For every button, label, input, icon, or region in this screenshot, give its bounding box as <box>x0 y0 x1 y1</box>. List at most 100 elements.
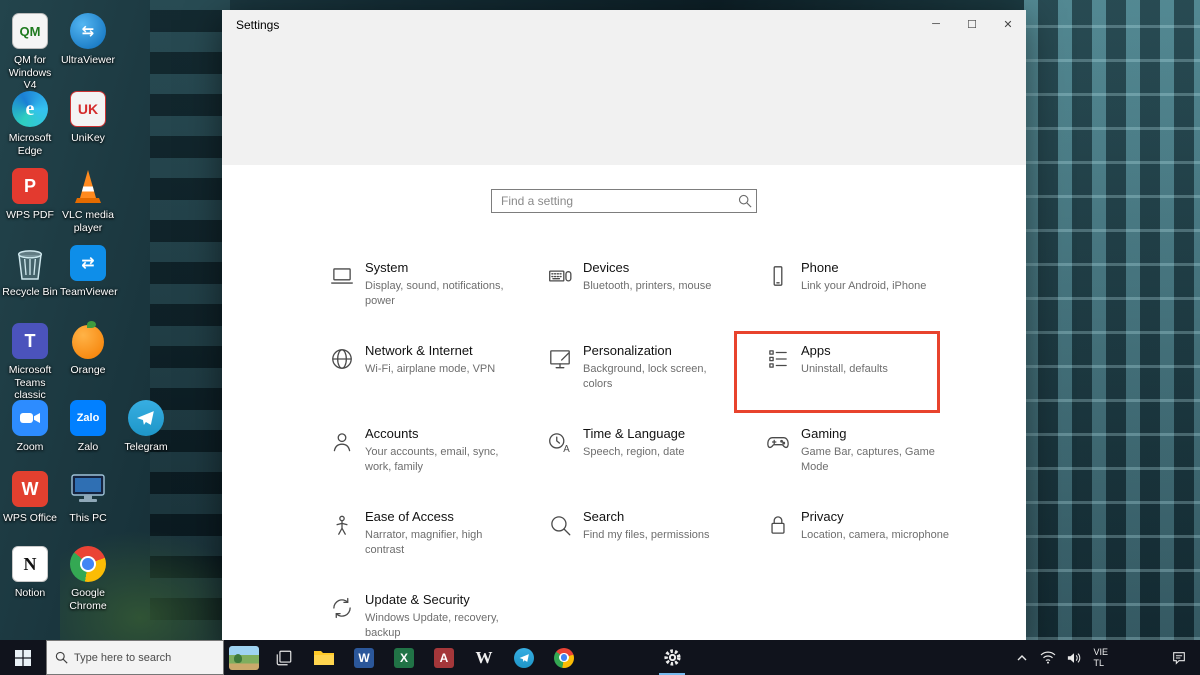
settings-category-system[interactable]: SystemDisplay, sound, notifications, pow… <box>328 260 546 343</box>
taskbar-telegram-icon[interactable] <box>504 640 544 675</box>
settings-category-phone[interactable]: Phone Link your Android, iPhone <box>764 260 974 343</box>
network-icon[interactable] <box>1035 640 1061 675</box>
category-description: Link your Android, iPhone <box>801 279 953 294</box>
category-title: Privacy <box>801 509 953 524</box>
taskbar-settings-icon[interactable] <box>652 640 692 675</box>
find-a-setting-box[interactable] <box>491 189 757 213</box>
desktop-icon-recycle-bin[interactable]: Recycle Bin <box>2 242 58 299</box>
ease-of-access-icon <box>328 512 356 538</box>
category-description: Wi-Fi, airplane mode, VPN <box>365 362 517 377</box>
taskbar-task-view-button[interactable] <box>264 640 304 675</box>
taskbar-chrome-icon[interactable] <box>544 640 584 675</box>
category-description: Bluetooth, printers, mouse <box>583 279 735 294</box>
settings-category-ease-of-access[interactable]: Ease of Access Narrator, magnifier, high … <box>328 509 546 592</box>
desktop-icon-teams[interactable]: TMicrosoft Teams classic <box>2 320 58 402</box>
action-center-icon[interactable] <box>1166 640 1192 675</box>
category-title: System <box>365 260 517 275</box>
settings-category-apps[interactable]: AppsUninstall, defaults <box>764 343 974 426</box>
taskbar-file-explorer-icon[interactable] <box>304 640 344 675</box>
settings-category-network-internet[interactable]: Network & InternetWi-Fi, airplane mode, … <box>328 343 546 426</box>
settings-grid: SystemDisplay, sound, notifications, pow… <box>328 260 984 675</box>
desktop-icon-label: Telegram <box>118 441 174 454</box>
desktop-icon-wps-pdf[interactable]: P WPS PDF <box>2 165 58 222</box>
settings-category-accounts[interactable]: AccountsYour accounts, email, sync, work… <box>328 426 546 509</box>
close-button[interactable]: ✕ <box>990 10 1026 38</box>
gaming-icon <box>764 429 792 455</box>
desktop-icon-edge[interactable]: eMicrosoft Edge <box>2 88 58 157</box>
settings-category-personalization[interactable]: PersonalizationBackground, lock screen, … <box>546 343 764 426</box>
windows-logo-icon <box>15 650 31 666</box>
desktop-icon-label: Google Chrome <box>60 587 116 612</box>
desktop-icon-orange[interactable]: Orange <box>60 320 116 377</box>
category-title: Phone <box>801 260 953 275</box>
desktop-icon-label: UniKey <box>60 132 116 145</box>
wps-office-icon: W <box>9 468 51 510</box>
system-tray: VIE TL <box>1009 640 1200 675</box>
search-icon <box>546 512 574 538</box>
desktop-icon-label: This PC <box>60 512 116 525</box>
settings-category-devices[interactable]: Devices Bluetooth, printers, mouse <box>546 260 764 343</box>
start-button[interactable] <box>0 640 46 675</box>
desktop-icon-telegram[interactable]: Telegram <box>118 397 174 454</box>
desktop-icon-label: Zalo <box>60 441 116 454</box>
category-title: Time & Language <box>583 426 735 441</box>
category-title: Gaming <box>801 426 953 441</box>
settings-category-time-language[interactable]: A Time & Language Speech, region, date <box>546 426 764 509</box>
zoom-icon <box>9 397 51 439</box>
category-description: Game Bar, captures, Game Mode <box>801 445 953 475</box>
category-title: Apps <box>801 343 953 358</box>
taskbar-access-icon[interactable]: A <box>424 640 464 675</box>
taskbar-wikipedia-icon[interactable]: W <box>464 640 504 675</box>
svg-text:A: A <box>563 444 570 455</box>
desktop-icon-label: TeamViewer <box>60 286 116 299</box>
taskbar-search-input[interactable] <box>74 652 219 664</box>
taskbar-word-icon[interactable]: W <box>344 640 384 675</box>
desktop-icon-label: QM for Windows V4 <box>2 54 58 92</box>
desktop-icon-qm[interactable]: QMQM for Windows V4 <box>2 10 58 92</box>
zalo-icon: Zalo <box>67 397 109 439</box>
category-title: Devices <box>583 260 735 275</box>
language-line-1: VIE <box>1093 647 1108 657</box>
category-title: Accounts <box>365 426 517 441</box>
taskbar-search[interactable] <box>46 640 224 675</box>
minimize-button[interactable]: ─ <box>918 10 954 38</box>
settings-category-privacy[interactable]: PrivacyLocation, camera, microphone <box>764 509 974 592</box>
chevron-up-icon[interactable] <box>1009 640 1035 675</box>
taskbar-weather-icon[interactable] <box>224 640 264 675</box>
desktop-icon-vlc[interactable]: VLC media player <box>60 165 116 234</box>
desktop-icon-unikey[interactable]: UK UniKey <box>60 88 116 145</box>
desktop-icon-label: Orange <box>60 364 116 377</box>
language-indicator[interactable]: VIE TL <box>1087 647 1114 668</box>
orange-icon <box>67 320 109 362</box>
settings-category-search[interactable]: SearchFind my files, permissions <box>546 509 764 592</box>
desktop-icon-chrome[interactable]: Google Chrome <box>60 543 116 612</box>
find-a-setting-input[interactable] <box>492 194 734 208</box>
laptop-icon <box>328 263 356 289</box>
qm-icon: QM <box>9 10 51 52</box>
recycle-bin-icon <box>9 242 51 284</box>
desktop-icon-wps-office[interactable]: WWPS Office <box>2 468 58 525</box>
desktop-icon-ultraviewer[interactable]: ⇆ UltraViewer <box>60 10 116 67</box>
category-title: Ease of Access <box>365 509 517 524</box>
taskbar-excel-icon[interactable]: X <box>384 640 424 675</box>
ultraviewer-icon: ⇆ <box>67 10 109 52</box>
maximize-button[interactable]: ☐ <box>954 10 990 38</box>
category-description: Narrator, magnifier, high contrast <box>365 528 517 558</box>
category-description: Speech, region, date <box>583 445 735 460</box>
network-globe-icon <box>328 346 356 372</box>
desktop-icon-this-pc[interactable]: This PC <box>60 468 116 525</box>
unikey-icon: UK <box>67 88 109 130</box>
desktop-icon-zalo[interactable]: Zalo Zalo <box>60 397 116 454</box>
desktop-icon-zoom[interactable]: Zoom <box>2 397 58 454</box>
settings-category-gaming[interactable]: Gaming Game Bar, captures, Game Mode <box>764 426 974 509</box>
desktop-icon-label: Notion <box>2 587 58 600</box>
apps-list-icon <box>764 346 792 372</box>
desktop-icon-notion[interactable]: NNotion <box>2 543 58 600</box>
wps-pdf-icon: P <box>9 165 51 207</box>
desktop-icon-label: UltraViewer <box>60 54 116 67</box>
taskbar-pinned-apps: WXAW <box>224 640 692 675</box>
taskbar: WXAW VIE TL <box>0 640 1200 675</box>
desktop-icon-label: WPS PDF <box>2 209 58 222</box>
volume-icon[interactable] <box>1061 640 1087 675</box>
desktop-icon-teamviewer[interactable]: ⇄TeamViewer <box>60 242 116 299</box>
